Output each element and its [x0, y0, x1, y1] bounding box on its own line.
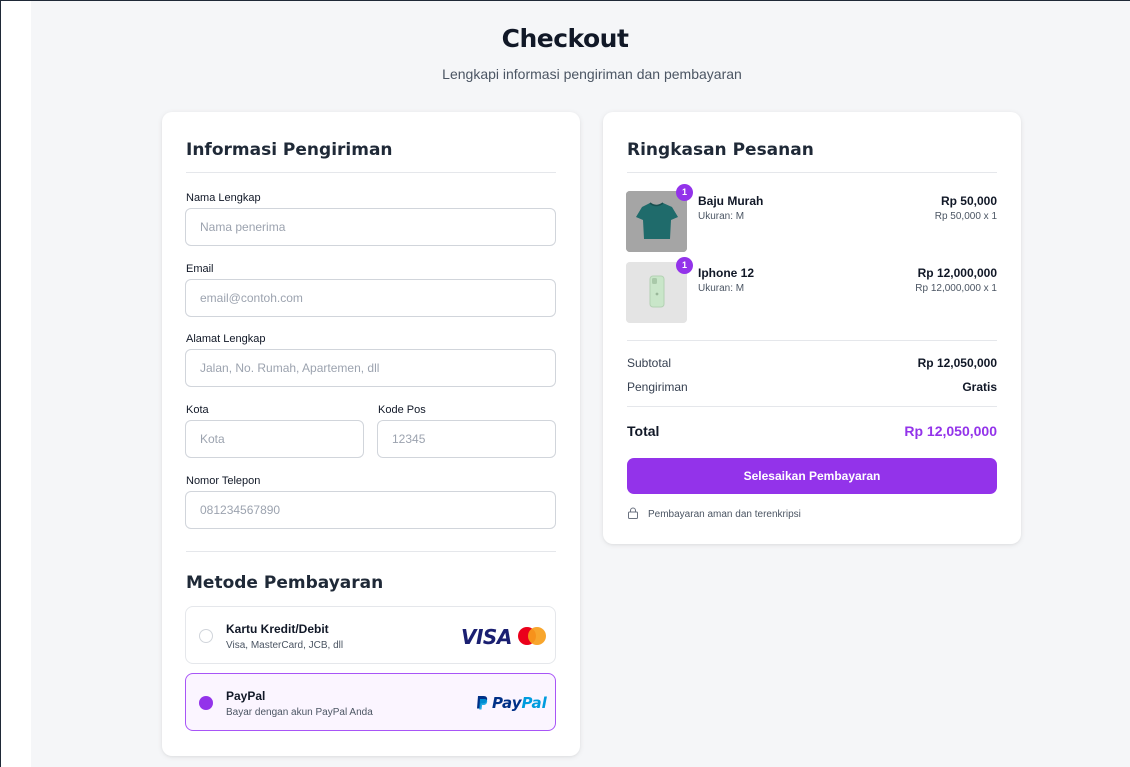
city-field[interactable] [185, 420, 364, 458]
postal-field[interactable] [377, 420, 556, 458]
shipping-cost-label: Pengiriman [627, 380, 688, 394]
tshirt-thumbnail [626, 191, 687, 252]
shipping-divider [186, 172, 556, 173]
order-summary-card: Ringkasan Pesanan 1 Baju Murah Ukuran: M… [603, 112, 1021, 544]
total-value: Rp 12,050,000 [904, 423, 997, 439]
paypal-icon [477, 696, 488, 710]
shipping-card: Informasi Pengiriman Nama Lengkap Email … [162, 112, 580, 756]
complete-payment-button[interactable]: Selesaikan Pembayaran [627, 458, 997, 494]
item-price: Rp 12,000,000 [917, 266, 997, 280]
address-label: Alamat Lengkap [186, 333, 266, 345]
item-price: Rp 50,000 [940, 194, 997, 208]
visa-logo: VISA [461, 625, 512, 649]
summary-heading: Ringkasan Pesanan [627, 140, 814, 160]
item-qty-line: Rp 12,000,000 x 1 [915, 283, 997, 294]
item-name: Baju Murah [698, 194, 764, 208]
payment-divider [186, 551, 556, 552]
quantity-badge: 1 [676, 257, 693, 274]
mastercard-icon [518, 627, 546, 647]
subtotal-label: Subtotal [627, 356, 672, 370]
payment-option-title: Kartu Kredit/Debit [226, 622, 329, 636]
left-gutter [1, 1, 31, 767]
page-title: Checkout [501, 24, 629, 53]
name-field[interactable] [185, 208, 556, 246]
city-label: Kota [186, 404, 209, 416]
radio-paypal[interactable] [199, 696, 213, 710]
item-size: Ukuran: M [698, 283, 745, 294]
payment-option-title: PayPal [226, 689, 266, 703]
address-field[interactable] [185, 349, 556, 387]
email-field[interactable] [185, 279, 556, 317]
total-label: Total [627, 423, 660, 439]
quantity-badge: 1 [676, 184, 693, 201]
payment-option-card[interactable]: Kartu Kredit/Debit Visa, MasterCard, JCB… [185, 606, 556, 664]
lock-icon [628, 507, 638, 519]
postal-label: Kode Pos [378, 404, 426, 416]
page-subtitle: Lengkapi informasi pengiriman dan pembay… [442, 66, 742, 82]
items-divider [627, 340, 997, 341]
email-label: Email [186, 263, 214, 275]
phone-field[interactable] [185, 491, 556, 529]
item-size: Ukuran: M [698, 211, 745, 222]
name-label: Nama Lengkap [186, 192, 261, 204]
item-qty-line: Rp 50,000 x 1 [934, 211, 997, 222]
payment-option-paypal[interactable]: PayPal Bayar dengan akun PayPal Anda Pay… [185, 673, 556, 731]
shipping-heading: Informasi Pengiriman [186, 140, 393, 160]
payment-option-description: Visa, MasterCard, JCB, dll [226, 640, 344, 651]
payment-heading: Metode Pembayaran [186, 573, 384, 593]
shipping-cost-value: Gratis [962, 380, 997, 394]
total-divider [627, 406, 997, 407]
phone-label: Nomor Telepon [186, 475, 261, 487]
radio-card[interactable] [199, 629, 213, 643]
paypal-wordmark: PayPal [492, 694, 547, 712]
secure-note: Pembayaran aman dan terenkripsi [648, 509, 801, 520]
summary-divider [627, 172, 997, 173]
payment-option-description: Bayar dengan akun PayPal Anda [226, 707, 373, 718]
item-name: Iphone 12 [698, 266, 755, 280]
subtotal-value: Rp 12,050,000 [917, 356, 997, 370]
